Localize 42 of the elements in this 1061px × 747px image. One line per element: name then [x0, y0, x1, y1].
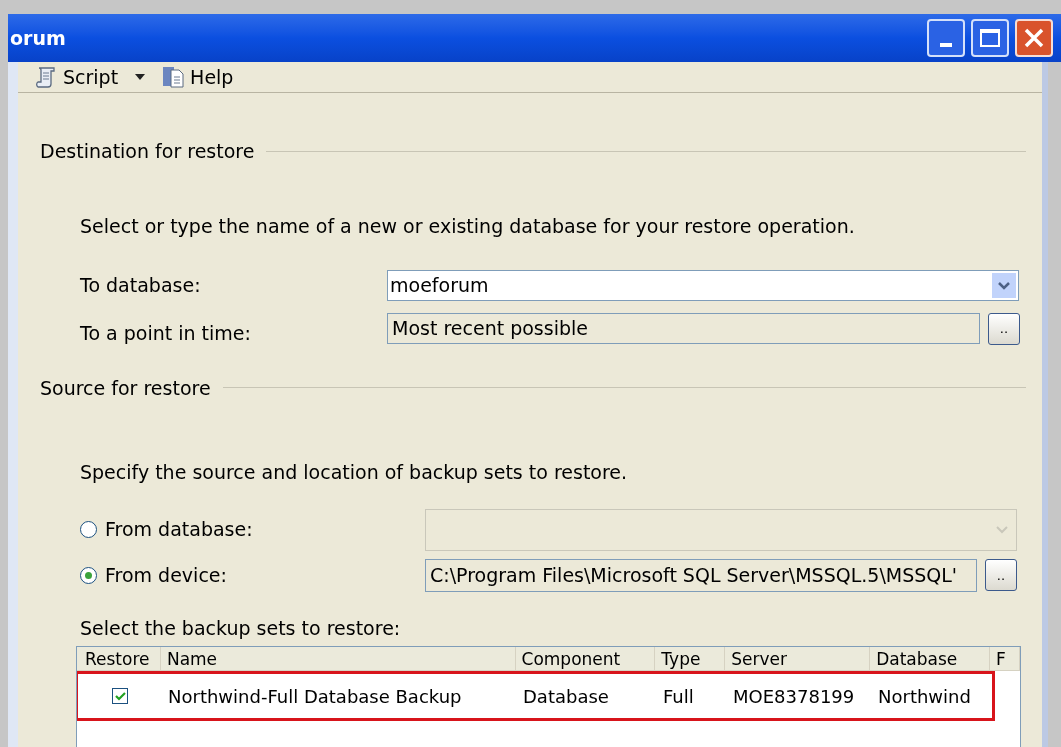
- column-header[interactable]: Server: [725, 647, 871, 670]
- scroll-icon: [34, 65, 58, 89]
- table-cell-text: Full: [662, 684, 695, 709]
- field-label: To database:: [80, 273, 202, 299]
- column-header[interactable]: Database: [870, 647, 990, 670]
- column-header[interactable]: Component: [515, 647, 656, 670]
- checkbox[interactable]: [112, 688, 128, 704]
- maximize-button[interactable]: [971, 19, 1009, 57]
- device-path-field[interactable]: C:\Program Files\Microsoft SQL Server\MSSQL.5\MSSQL': [425, 558, 977, 592]
- chevron-down-icon: [998, 281, 1010, 290]
- script-button[interactable]: Script: [32, 62, 154, 92]
- table-label: Select the backup sets to restore:: [80, 615, 402, 641]
- point-in-time-field[interactable]: Most recent possible: [387, 312, 980, 344]
- document-icon: [161, 65, 186, 89]
- column-header[interactable]: F: [990, 647, 1020, 670]
- section-heading: Source for restore: [40, 375, 211, 401]
- close-button[interactable]: [1015, 19, 1053, 57]
- close-icon: [1023, 27, 1045, 49]
- radio-button[interactable]: [80, 566, 97, 584]
- radio-label: From device:: [105, 562, 227, 588]
- column-header[interactable]: Type: [655, 647, 726, 670]
- table-cell-text: Northwind: [877, 684, 972, 709]
- column-header[interactable]: Restore: [77, 647, 161, 670]
- table-cell-text: Northwind-Full Database Backup: [167, 684, 463, 709]
- table-cell-text: MOE8378199: [732, 684, 856, 709]
- chevron-down-icon: [996, 525, 1008, 534]
- table-cell-text: Database: [522, 684, 610, 709]
- help-button[interactable]: Help: [159, 62, 236, 92]
- field-label: To a point in time:: [80, 321, 252, 346]
- window-title: orum: [10, 25, 66, 51]
- column-header[interactable]: Name: [160, 647, 516, 670]
- instruction-text: Specify the source and location of backup sets to restore.: [80, 460, 629, 485]
- browse-button[interactable]: ..: [988, 312, 1020, 345]
- section-heading: Destination for restore: [40, 139, 255, 164]
- browse-button[interactable]: ..: [985, 559, 1017, 592]
- caret-icon: [135, 74, 146, 80]
- database-dropdown[interactable]: moeforum: [387, 270, 1019, 301]
- radio-button[interactable]: [80, 521, 97, 538]
- instruction-text: Select or type the name of a new or existing database for your restore operation.: [80, 213, 856, 239]
- radio-label: From database:: [105, 517, 253, 543]
- minimize-button[interactable]: [927, 19, 965, 57]
- backup-set-row[interactable]: Northwind-Full Database Backup Database Full MOE8378199 Northwind: [77, 671, 995, 721]
